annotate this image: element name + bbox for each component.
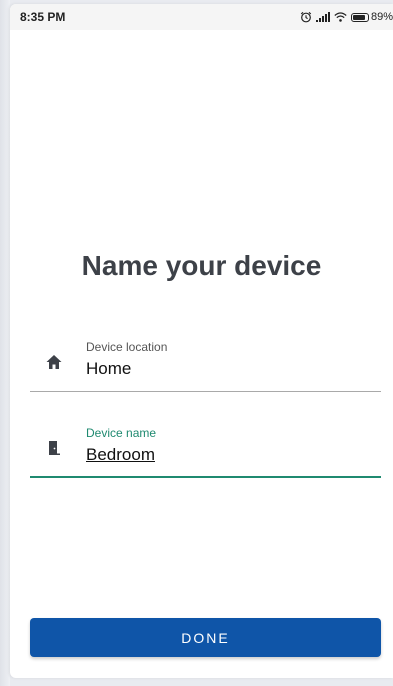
device-name-underline xyxy=(30,476,381,478)
door-icon xyxy=(44,438,64,458)
battery-percent: 89% xyxy=(370,11,393,23)
done-button[interactable]: DONE xyxy=(30,618,381,657)
home-icon xyxy=(44,352,64,372)
device-name-label: Device name xyxy=(86,426,157,440)
background-edge xyxy=(0,0,10,686)
alarm-icon xyxy=(300,11,312,23)
device-name-field[interactable]: Device name Bedroom xyxy=(30,418,381,478)
device-location-field[interactable]: Device location Home xyxy=(30,332,381,392)
battery-level xyxy=(352,14,366,20)
device-location-value[interactable]: Home xyxy=(86,359,131,379)
battery-icon: 89% xyxy=(350,11,393,23)
status-time: 8:35 PM xyxy=(20,10,66,24)
device-name-input[interactable]: Bedroom xyxy=(86,445,155,465)
wifi-icon xyxy=(334,12,347,22)
device-screen: 8:35 PM 89% Name your device Device loca… xyxy=(10,4,393,678)
status-icons: 89% xyxy=(300,11,393,23)
page-title: Name your device xyxy=(81,250,322,281)
signal-icon xyxy=(315,12,330,22)
device-location-underline xyxy=(30,391,381,392)
status-bar: 8:35 PM 89% xyxy=(10,4,393,30)
device-location-label: Device location xyxy=(86,340,168,354)
